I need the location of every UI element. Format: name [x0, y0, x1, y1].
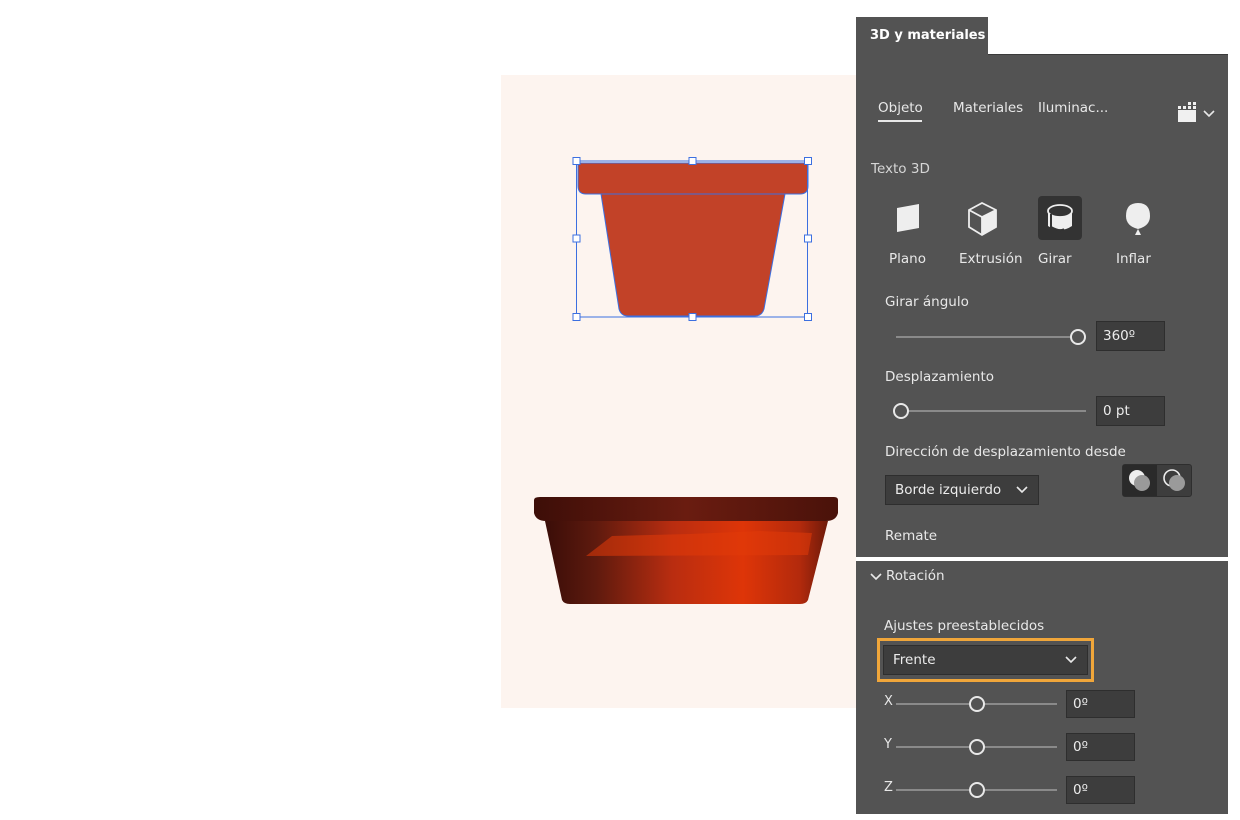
axis-x-input[interactable]: 0º	[1066, 690, 1135, 718]
cap-on-icon	[1129, 470, 1150, 491]
tab-objeto[interactable]: Objeto	[878, 100, 923, 116]
type-girar-label: Girar	[1038, 251, 1072, 267]
type-girar-button[interactable]	[1038, 196, 1082, 240]
offset-input[interactable]: 0 pt	[1096, 396, 1165, 426]
type-inflar-button[interactable]	[1116, 196, 1160, 240]
revolve-angle-label: Girar ángulo	[885, 294, 969, 310]
offset-direction-value: Borde izquierdo	[895, 482, 1002, 498]
tab-iluminacion[interactable]: Iluminac...	[1038, 100, 1108, 116]
extrude-cube-icon	[968, 201, 997, 237]
axis-z-slider-knob[interactable]	[969, 782, 985, 798]
panel-tab-3d-materials[interactable]: 3D y materiales	[856, 17, 988, 55]
inflate-balloon-icon	[1126, 203, 1150, 235]
offset-slider-knob[interactable]	[893, 403, 909, 419]
axis-x-label: X	[884, 694, 893, 709]
offset-direction-dropdown[interactable]: Borde izquierdo	[885, 475, 1039, 505]
rotation-section: Rotación Ajustes preestablecidos Frente …	[856, 561, 1228, 814]
3d-materials-panel: 3D y materiales Objeto Materiales Ilumin…	[856, 17, 1228, 814]
axis-y-input[interactable]: 0º	[1066, 733, 1135, 761]
flat-pot-shape[interactable]	[577, 162, 809, 317]
type-extrusion-label: Extrusión	[959, 251, 1023, 267]
presets-value: Frente	[893, 652, 936, 668]
plane-icon	[897, 204, 919, 232]
type-plano-label: Plano	[889, 251, 926, 267]
type-plano-button[interactable]	[886, 196, 930, 240]
revolve-icon	[1047, 204, 1073, 232]
revolved-3d-pot	[534, 497, 838, 604]
revolve-angle-track[interactable]	[896, 336, 1070, 338]
offset-track[interactable]	[908, 410, 1086, 412]
rotation-heading[interactable]: Rotación	[886, 568, 945, 584]
revolve-angle-slider-knob[interactable]	[1070, 329, 1086, 345]
cap-on-button[interactable]	[1123, 465, 1157, 496]
axis-z-label: Z	[884, 780, 893, 795]
axis-x-slider-knob[interactable]	[969, 696, 985, 712]
cap-label: Remate	[885, 528, 938, 544]
cap-off-button[interactable]	[1158, 465, 1192, 496]
axis-y-slider-knob[interactable]	[969, 739, 985, 755]
render-quality-icon[interactable]	[1174, 100, 1220, 124]
chevron-down-icon	[1065, 656, 1077, 664]
presets-dropdown[interactable]: Frente	[883, 645, 1088, 675]
presets-label: Ajustes preestablecidos	[884, 618, 1045, 634]
revolve-angle-input[interactable]: 360º	[1096, 321, 1165, 351]
section-heading-texto-3d: Texto 3D	[871, 161, 930, 177]
type-inflar-label: Inflar	[1116, 251, 1151, 267]
offset-label: Desplazamiento	[885, 369, 995, 385]
type-extrusion-button[interactable]	[960, 196, 1004, 240]
axis-y-label: Y	[884, 737, 892, 752]
tab-objeto-underline	[878, 120, 922, 122]
axis-z-input[interactable]: 0º	[1066, 776, 1135, 804]
cap-toggle-group	[1122, 464, 1192, 497]
chevron-down-icon	[1016, 486, 1028, 494]
chevron-down-icon[interactable]	[870, 571, 882, 583]
offset-direction-label: Dirección de desplazamiento desde	[885, 444, 1126, 460]
cap-off-icon	[1163, 469, 1185, 491]
tab-materiales[interactable]: Materiales	[953, 100, 1023, 116]
